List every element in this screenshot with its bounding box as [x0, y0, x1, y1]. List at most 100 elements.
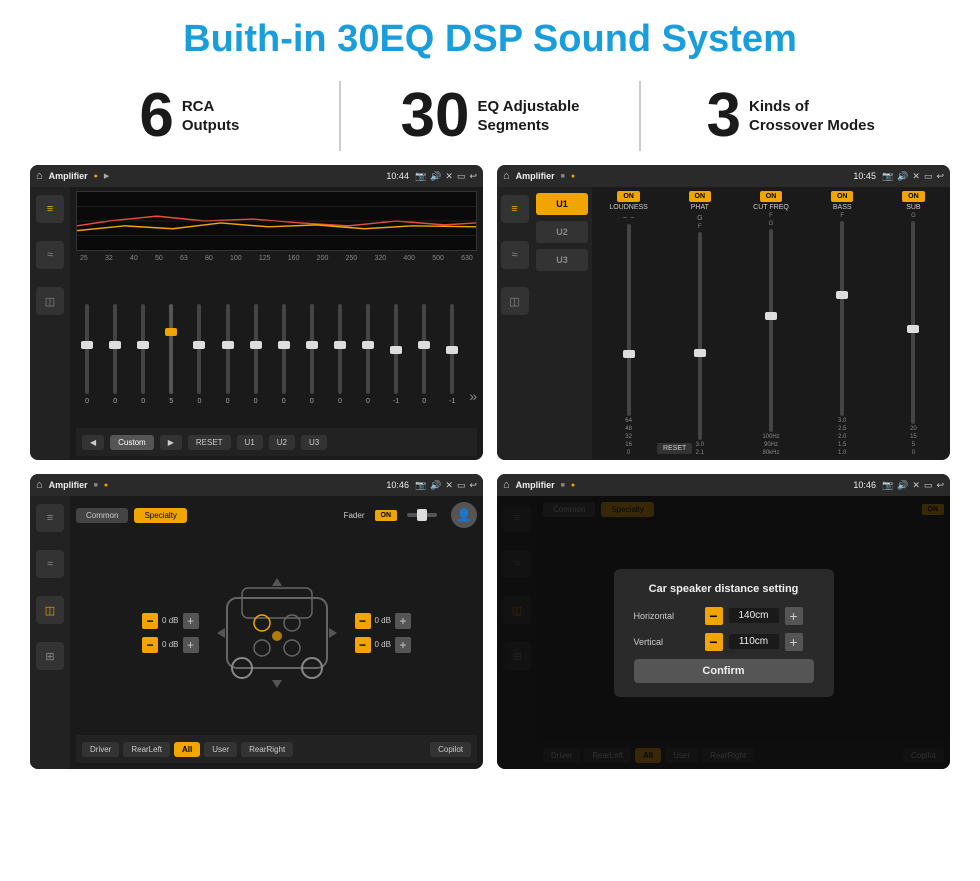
- s2-eq-btn[interactable]: ≡: [501, 195, 529, 223]
- left-rear-plus[interactable]: +: [183, 637, 199, 653]
- horizontal-minus-btn[interactable]: −: [705, 607, 723, 625]
- speaker-distance-dialog: Car speaker distance setting Horizontal …: [614, 569, 834, 697]
- eq-bottom-bar: ◀ Custom ▶ RESET U1 U2 U3: [76, 428, 477, 456]
- screen4-content: ≡ ≈ ◫ ⊞ Common Specialty ON Car speaker …: [497, 496, 950, 769]
- eq-main: 253240506380100125160200250320400500630 …: [70, 187, 483, 460]
- car-diagram: [207, 568, 347, 698]
- eq-slider-10: 0: [357, 304, 379, 424]
- back-icon-3[interactable]: ↩: [469, 480, 477, 491]
- eq-slider-8: 0: [301, 304, 323, 424]
- dialog-title: Car speaker distance setting: [634, 583, 814, 595]
- horizontal-plus-btn[interactable]: +: [785, 607, 803, 625]
- home-icon[interactable]: ⌂: [36, 170, 43, 182]
- back-icon-2[interactable]: ↩: [936, 171, 944, 182]
- right-front-plus[interactable]: +: [395, 613, 411, 629]
- left-front-minus[interactable]: −: [142, 613, 158, 629]
- eq-btn[interactable]: ≡: [36, 195, 64, 223]
- eq-play-btn[interactable]: ▶: [160, 435, 182, 450]
- copilot-btn[interactable]: Copilot: [430, 742, 471, 757]
- eq-slider-9: 0: [329, 304, 351, 424]
- close-icon-4: ✕: [912, 480, 920, 491]
- u2-btn[interactable]: U2: [536, 221, 588, 243]
- sub-on[interactable]: ON: [902, 191, 925, 202]
- stat-divider-2: [639, 81, 641, 151]
- home-icon-2[interactable]: ⌂: [503, 170, 510, 182]
- vertical-plus-btn[interactable]: +: [785, 633, 803, 651]
- back-icon-4[interactable]: ↩: [936, 480, 944, 491]
- screen1-card: ⌂ Amplifier ● ▶ 10:44 📷 🔊 ✕ ▭ ↩ ≡ ≈ ◫: [30, 165, 483, 460]
- screen3-time: 10:46: [386, 480, 409, 490]
- user-btn[interactable]: User: [204, 742, 237, 757]
- eq-u2-btn[interactable]: U2: [269, 435, 295, 450]
- right-front-db: − 0 dB +: [355, 613, 411, 629]
- dialog-overlay: Car speaker distance setting Horizontal …: [497, 496, 950, 769]
- speaker-btn[interactable]: ◫: [36, 287, 64, 315]
- loudness-label: LOUDNESS: [609, 204, 648, 211]
- rearright-btn[interactable]: RearRight: [241, 742, 293, 757]
- s3-extra-btn[interactable]: ⊞: [36, 642, 64, 670]
- screen3-sidebar: ≡ ≈ ◫ ⊞: [30, 496, 70, 769]
- eq-graph: [76, 191, 477, 251]
- bass-label: BASS: [833, 204, 852, 211]
- s2-wave-btn[interactable]: ≈: [501, 241, 529, 269]
- screen1-time: 10:44: [386, 171, 409, 181]
- common-tab[interactable]: Common: [76, 508, 128, 523]
- screen2-u-buttons: U1 U2 U3: [532, 187, 592, 460]
- driver-btn[interactable]: Driver: [82, 742, 119, 757]
- screen1-sidebar: ≡ ≈ ◫: [30, 187, 70, 460]
- stat-rca-label: RCA Outputs: [182, 97, 240, 136]
- sub-label: SUB: [906, 204, 920, 211]
- loudness-on[interactable]: ON: [617, 191, 640, 202]
- screen2-topbar-icons: 📷 🔊 ✕ ▭ ↩: [882, 171, 944, 182]
- fader-label: Fader: [344, 511, 365, 520]
- screen4-card: ⌂ Amplifier ■ ● 10:46 📷 🔊 ✕ ▭ ↩ ≡ ≈ ◫ ⊞: [497, 474, 950, 769]
- eq-prev-btn[interactable]: ◀: [82, 435, 104, 450]
- eq-slider-3: 5: [160, 304, 182, 424]
- right-front-minus[interactable]: −: [355, 613, 371, 629]
- vertical-minus-btn[interactable]: −: [705, 633, 723, 651]
- right-rear-db: − 0 dB +: [355, 637, 411, 653]
- sub-slider[interactable]: [911, 221, 915, 424]
- eq-u3-btn[interactable]: U3: [301, 435, 327, 450]
- s2-reset-btn[interactable]: RESET: [657, 443, 692, 454]
- eq-u1-btn[interactable]: U1: [237, 435, 263, 450]
- s3-wave-btn[interactable]: ≈: [36, 550, 64, 578]
- volume-icon-2: 🔊: [897, 171, 908, 182]
- loudness-slider[interactable]: [627, 224, 631, 416]
- wave-btn[interactable]: ≈: [36, 241, 64, 269]
- left-rear-minus[interactable]: −: [142, 637, 158, 653]
- screen2-topbar: ⌂ Amplifier ■ ● 10:45 📷 🔊 ✕ ▭ ↩: [497, 165, 950, 187]
- vertical-label: Vertical: [634, 637, 699, 647]
- rearleft-btn[interactable]: RearLeft: [123, 742, 170, 757]
- bass-on[interactable]: ON: [831, 191, 854, 202]
- phat-on[interactable]: ON: [689, 191, 712, 202]
- user-profile-icon[interactable]: 👤: [451, 502, 477, 528]
- right-rear-plus[interactable]: +: [395, 637, 411, 653]
- main-title: Buith-in 30EQ DSP Sound System: [0, 0, 980, 71]
- confirm-button[interactable]: Confirm: [634, 659, 814, 683]
- right-rear-minus[interactable]: −: [355, 637, 371, 653]
- u3-btn[interactable]: U3: [536, 249, 588, 271]
- left-front-plus[interactable]: +: [183, 613, 199, 629]
- s3-speaker-btn[interactable]: ◫: [36, 596, 64, 624]
- back-icon[interactable]: ↩: [469, 171, 477, 182]
- s3-eq-btn[interactable]: ≡: [36, 504, 64, 532]
- screen4-title: Amplifier: [516, 480, 555, 490]
- cutfreq-slider[interactable]: [769, 229, 773, 432]
- ch-loudness: ON LOUDNESS ~~ 64 48 32 16 0: [596, 191, 661, 456]
- s2-speaker-btn[interactable]: ◫: [501, 287, 529, 315]
- eq-reset-btn[interactable]: RESET: [188, 435, 231, 450]
- home-icon-4[interactable]: ⌂: [503, 479, 510, 491]
- all-btn[interactable]: All: [174, 742, 200, 757]
- fader-on-btn[interactable]: ON: [375, 510, 398, 521]
- eq-custom-btn[interactable]: Custom: [110, 435, 154, 450]
- eq-more-icon[interactable]: »: [469, 388, 477, 424]
- home-icon-3[interactable]: ⌂: [36, 479, 43, 491]
- cutfreq-on[interactable]: ON: [760, 191, 783, 202]
- eq-slider-12: 0: [413, 304, 435, 424]
- specialty-tab[interactable]: Specialty: [134, 508, 186, 523]
- stat-rca-number: 6: [139, 85, 173, 147]
- u1-btn[interactable]: U1: [536, 193, 588, 215]
- phat-slider[interactable]: [698, 232, 702, 440]
- bass-slider[interactable]: [840, 221, 844, 416]
